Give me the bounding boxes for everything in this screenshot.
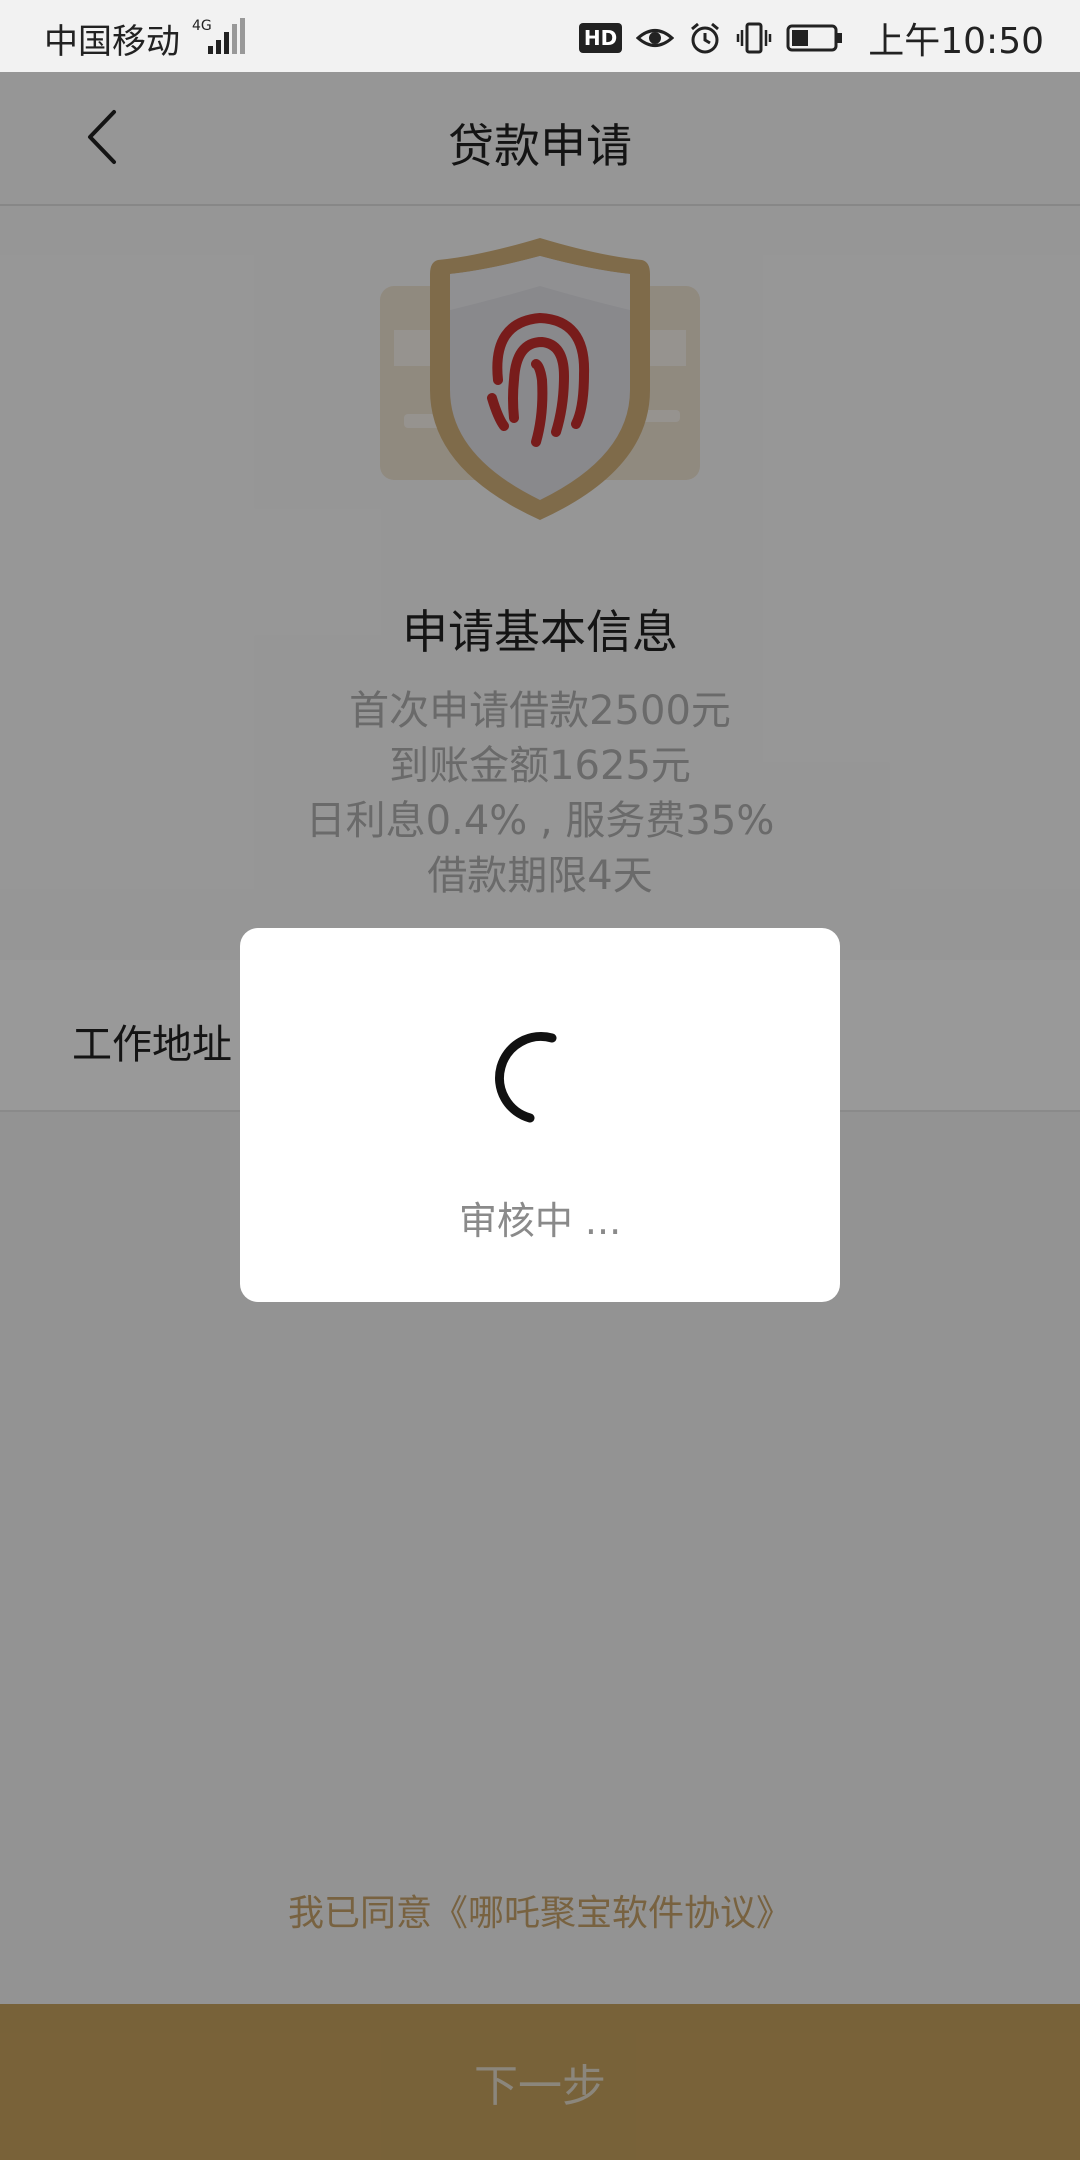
loading-dialog: 审核中 ...	[240, 928, 840, 1302]
loading-spinner-icon	[495, 1032, 557, 1123]
status-icons: HD 上午10:50	[578, 12, 1044, 64]
alarm-icon	[691, 22, 720, 54]
hd-icon: HD	[578, 23, 623, 53]
signal-icon: 4G	[192, 18, 245, 54]
clock: 上午10:50	[868, 21, 1044, 62]
loading-text: 审核中 ...	[458, 1199, 622, 1243]
status-bar: 中国移动 4G HD 上午10:50	[0, 0, 1080, 72]
battery-icon	[786, 24, 843, 52]
loan-application-screen: 中国移动 4G HD 上午10:50 贷款申请 申请基本信息 首次申请借款250…	[0, 0, 1080, 2160]
network-type: 4G	[192, 18, 212, 34]
eye-icon	[636, 29, 675, 47]
vibrate-icon	[737, 22, 772, 54]
carrier-name: 中国移动	[44, 22, 180, 62]
